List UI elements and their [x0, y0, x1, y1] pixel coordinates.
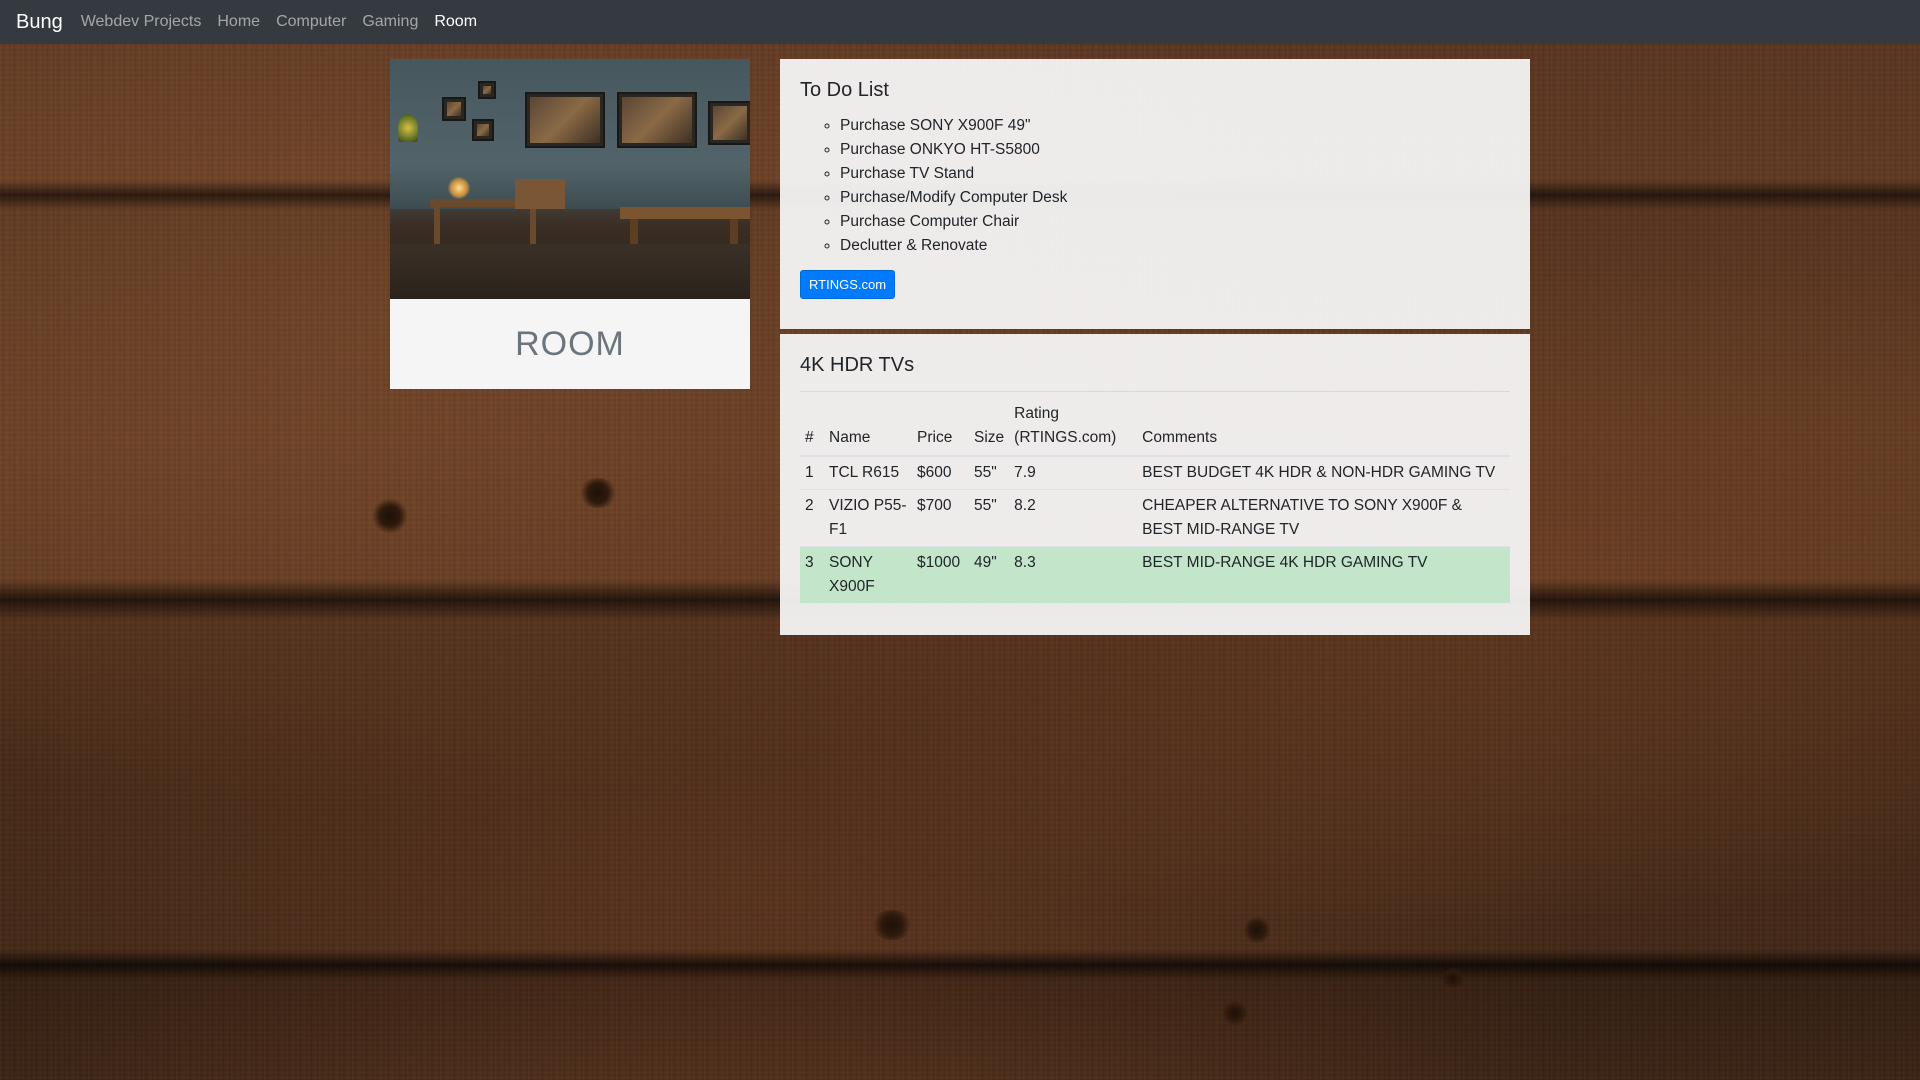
cell-size: 55"	[969, 455, 1010, 490]
header-price: Price	[912, 398, 969, 457]
todo-item: Declutter & Renovate	[840, 234, 1510, 258]
table-row: 2 VIZIO P55-F1 $700 55" 8.2 CHEAPER ALTE…	[800, 489, 1510, 547]
cell-price: $700	[912, 489, 969, 547]
table-header-row: # Name Price Size Rating (RTINGS.com) Co…	[800, 398, 1510, 457]
todo-item: Purchase/Modify Computer Desk	[840, 186, 1510, 210]
nav-link-webdev-projects[interactable]: Webdev Projects	[81, 13, 202, 31]
todo-item: Purchase ONKYO HT-S5800	[840, 138, 1510, 162]
wood-knot	[372, 498, 408, 534]
nav-link-room[interactable]: Room	[434, 13, 477, 31]
wood-knot	[1222, 1000, 1248, 1026]
todo-card: To Do List Purchase SONY X900F 49" Purch…	[780, 59, 1530, 329]
cell-price: $1000	[912, 546, 969, 603]
todo-list: Purchase SONY X900F 49" Purchase ONKYO H…	[800, 114, 1510, 258]
divider	[800, 391, 1510, 392]
cell-comments: CHEAPER ALTERNATIVE TO SONY X900F & BEST…	[1137, 489, 1510, 547]
cell-size: 49"	[969, 546, 1010, 603]
todo-item: Purchase TV Stand	[840, 162, 1510, 186]
todo-item: Purchase SONY X900F 49"	[840, 114, 1510, 138]
header-num: #	[800, 398, 824, 457]
wood-knot	[1243, 916, 1271, 944]
nav-link-gaming[interactable]: Gaming	[362, 13, 418, 31]
header-rating: Rating (RTINGS.com)	[1009, 398, 1138, 457]
tv-card: 4K HDR TVs # Name Price Size Rating (RTI…	[780, 334, 1530, 635]
cell-num: 2	[800, 489, 824, 547]
brand-link[interactable]: Bung	[16, 11, 63, 34]
cell-num: 3	[800, 546, 824, 603]
cell-name: VIZIO P55-F1	[824, 489, 912, 547]
room-photo	[390, 59, 750, 299]
todo-title: To Do List	[800, 79, 889, 101]
table-row: 1 TCL R615 $600 55" 7.9 BEST BUDGET 4K H…	[800, 455, 1510, 490]
tv-table-title: 4K HDR TVs	[800, 354, 915, 376]
cell-name: TCL R615	[824, 455, 912, 490]
rtings-button[interactable]: RTINGS.com	[800, 270, 896, 299]
header-comments: Comments	[1137, 398, 1510, 457]
cell-comments: BEST BUDGET 4K HDR & NON-HDR GAMING TV	[1137, 455, 1510, 490]
cell-rating: 7.9	[1009, 455, 1138, 490]
wood-knot	[870, 910, 914, 940]
table-row-highlighted: 3 SONY X900F $1000 49" 8.3 BEST MID-RANG…	[800, 546, 1510, 603]
header-size: Size	[969, 398, 1010, 457]
top-navbar: Bung Webdev Projects Home Computer Gamin…	[0, 0, 1920, 44]
wood-knot	[1440, 968, 1466, 988]
tv-table: # Name Price Size Rating (RTINGS.com) Co…	[800, 398, 1510, 603]
cell-rating: 8.2	[1009, 489, 1138, 547]
cell-num: 1	[800, 455, 824, 490]
nav-link-computer[interactable]: Computer	[276, 13, 346, 31]
nav-link-home[interactable]: Home	[217, 13, 260, 31]
room-title: ROOM	[515, 324, 625, 363]
cell-comments: BEST MID-RANGE 4K HDR GAMING TV	[1137, 546, 1510, 603]
cell-rating: 8.3	[1009, 546, 1138, 603]
header-name: Name	[824, 398, 912, 457]
todo-item: Purchase Computer Chair	[840, 210, 1510, 234]
wood-knot	[578, 478, 618, 508]
cell-price: $600	[912, 455, 969, 490]
room-card: ROOM	[390, 59, 750, 389]
cell-size: 55"	[969, 489, 1010, 547]
cell-name: SONY X900F	[824, 546, 912, 603]
